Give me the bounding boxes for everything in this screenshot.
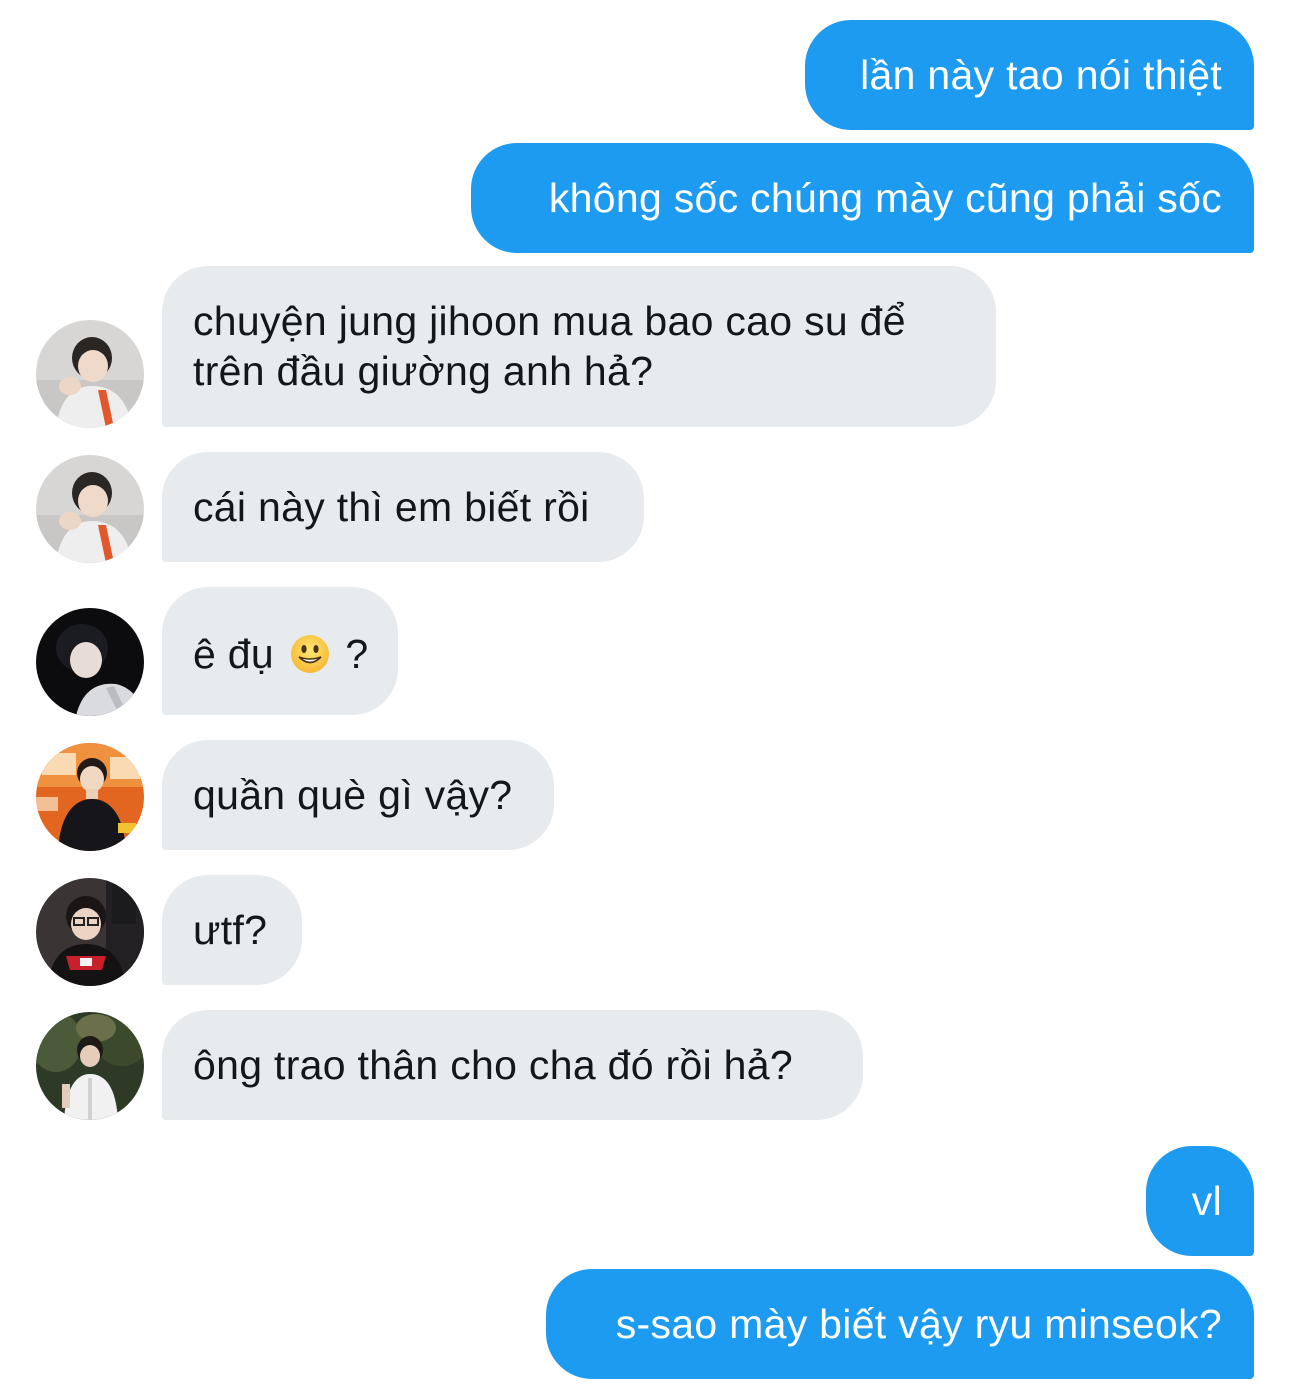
- message-bubble-incoming[interactable]: quần què gì vậy?: [162, 740, 554, 850]
- message-text: lần này tao nói thiệt: [860, 52, 1222, 98]
- message-bubble-incoming[interactable]: ông trao thân cho cha đó rồi hả?: [162, 1010, 863, 1120]
- message-text: cái này thì em biết rồi: [193, 484, 590, 530]
- chat-thread: lần này tao nói thiệt không sốc chúng mà…: [0, 0, 1290, 1387]
- avatar-d[interactable]: [36, 878, 144, 986]
- message-bubble-outgoing[interactable]: không sốc chúng mày cũng phải sốc: [471, 143, 1254, 253]
- message-text-line: ê đụ ?: [193, 629, 368, 679]
- message-text: không sốc chúng mày cũng phải sốc: [548, 175, 1222, 221]
- message-bubble-incoming[interactable]: chuyện jung jihoon mua bao cao su để trê…: [162, 266, 996, 427]
- message-text: ưtf?: [193, 907, 268, 953]
- grinning-face-emoji: [290, 635, 329, 673]
- message-text-line: chuyện jung jihoon mua bao cao su để: [193, 298, 906, 344]
- avatar-b[interactable]: [36, 608, 144, 716]
- message-bubble-outgoing[interactable]: lần này tao nói thiệt: [805, 20, 1254, 130]
- avatar-e[interactable]: [36, 1012, 144, 1120]
- avatar-c[interactable]: [36, 743, 144, 851]
- message-bubble-incoming[interactable]: cái này thì em biết rồi: [162, 452, 644, 562]
- message-text-line: trên đầu giường anh hả?: [193, 348, 654, 394]
- message-text: vl: [1191, 1178, 1222, 1224]
- message-bubble-outgoing[interactable]: vl: [1146, 1146, 1254, 1256]
- message-bubble-outgoing[interactable]: s-sao mày biết vậy ryu minseok?: [546, 1269, 1254, 1379]
- message-bubble-incoming[interactable]: ưtf?: [162, 875, 302, 985]
- message-text: ê đụ: [193, 631, 274, 677]
- message-text: s-sao mày biết vậy ryu minseok?: [615, 1301, 1222, 1347]
- avatar-a[interactable]: [36, 455, 144, 563]
- message-bubble-incoming[interactable]: ê đụ ?: [162, 587, 398, 715]
- avatar-a[interactable]: [36, 320, 144, 428]
- message-text: ông trao thân cho cha đó rồi hả?: [193, 1042, 793, 1088]
- message-text: ?: [345, 631, 369, 677]
- message-text: quần què gì vậy?: [193, 772, 513, 818]
